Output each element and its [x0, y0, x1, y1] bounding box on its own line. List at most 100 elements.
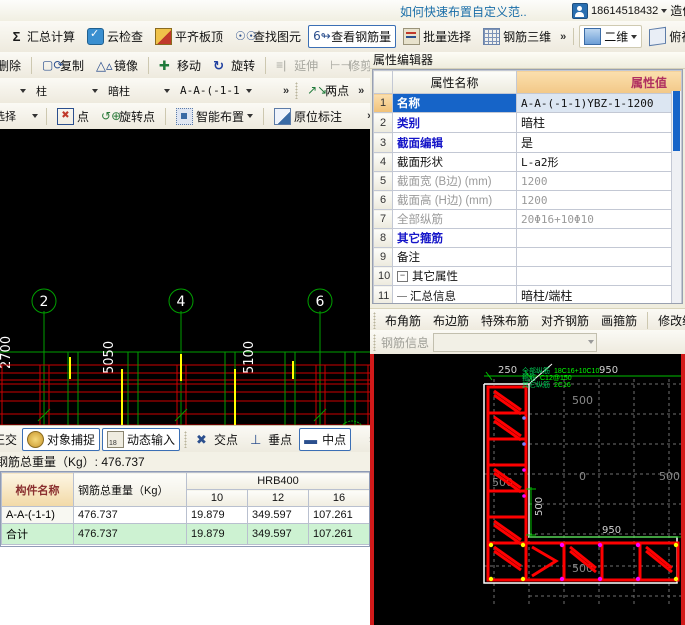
btn-rebar-3d[interactable]: 钢筋三维 — [478, 25, 556, 48]
property-name-group[interactable]: − 其它属性 — [392, 266, 517, 286]
property-value[interactable]: L-a2形 — [516, 152, 682, 172]
anno-value-1: C12@150 — [540, 375, 572, 382]
btn-view-2d[interactable]: 二维 — [579, 25, 643, 48]
property-value[interactable] — [516, 228, 682, 248]
tab-draw-stirrup[interactable]: 画箍筋 — [595, 309, 643, 331]
property-row-name[interactable]: 1 名称 A-A-(-1-1)YBZ-1-1200 — [373, 93, 682, 113]
collapse-toggle-icon[interactable]: − — [397, 271, 408, 283]
rebar-info-combo[interactable] — [433, 332, 598, 352]
property-row-section-edit[interactable]: 3 截面编辑 是 — [373, 132, 682, 153]
tab-modify-longitudinal[interactable]: 修改纵 — [652, 309, 685, 331]
chevron-down-icon[interactable] — [247, 114, 254, 118]
btn-in-place-annotation[interactable]: 原位标注 — [269, 105, 347, 128]
btn-snap-midpoint[interactable]: ▬ 中点 — [299, 428, 352, 451]
element-type-combo[interactable]: 柱 — [32, 82, 100, 100]
tab-edge-rebar[interactable]: 布边筋 — [427, 309, 475, 331]
chevron-down-icon[interactable] — [246, 88, 252, 93]
property-row-all-longitudinal-rebar[interactable]: 7 全部纵筋 20Φ16+10Φ10 — [373, 209, 682, 229]
btn-move-label: 移动 — [177, 58, 202, 73]
property-value[interactable] — [516, 266, 682, 286]
property-row-other-properties[interactable]: 10 − 其它属性 — [373, 266, 682, 286]
toolbar-row3-overflow2[interactable]: » — [355, 85, 367, 97]
property-value[interactable]: 1200 — [516, 171, 682, 191]
btn-snap-perpendicular[interactable]: ⊥ 垂点 — [245, 428, 297, 451]
cad-drawing-canvas[interactable]: 2 4 6 2700 5050 5100 — [0, 129, 370, 425]
btn-cloud-check[interactable]: 云检查 — [82, 25, 148, 48]
property-row-category[interactable]: 2 类别 暗柱 — [373, 112, 682, 133]
promo-link[interactable]: 如何快速布置自定义范.. — [400, 3, 527, 20]
btn-object-snap[interactable]: 对象捕捉 — [22, 428, 101, 451]
chevron-down-icon[interactable] — [32, 114, 38, 118]
property-row-section-shape[interactable]: 4 截面形状 L-a2形 — [373, 152, 682, 172]
member-name-combo[interactable]: A-A-(-1-1 — [176, 82, 254, 100]
view-rebar-icon: 6↬ — [313, 29, 331, 43]
btn-two-point[interactable]: ↗↘ 两点 — [302, 79, 354, 102]
category-combo[interactable] — [0, 82, 28, 100]
property-row-other-stirrup[interactable]: 8 其它箍筋 — [373, 228, 682, 248]
rebar-quantity-table[interactable]: 构件名称 钢筋总重量（Kg） HRB400 10 12 16 A-A-(-1-1… — [0, 471, 370, 547]
scrollbar-thumb[interactable] — [673, 91, 680, 151]
rebar-info-grip[interactable] — [373, 333, 376, 351]
tab-corner-rebar[interactable]: 布角筋 — [379, 309, 427, 331]
anno-label-0: 全部纵筋 — [522, 368, 550, 375]
top-bar: 如何快速布置自定义范.. 18614518432 造价 — [0, 0, 685, 22]
property-row-section-width[interactable]: 5 截面宽 (B边) (mm) 1200 — [373, 171, 682, 191]
property-row-remark[interactable]: 9 备注 — [373, 247, 682, 267]
section-editor-canvas[interactable]: 500 0 500 500 500 250 950 950 500 — [370, 354, 685, 625]
property-value[interactable]: 1200 — [516, 190, 682, 210]
user-area[interactable]: 18614518432 造价 — [572, 2, 685, 19]
property-value[interactable]: A-A-(-1-1)YBZ-1-1200 — [516, 93, 682, 113]
btn-snap-intersection[interactable]: ✖ 交点 — [191, 428, 243, 451]
tabbar-grip[interactable] — [373, 311, 376, 329]
btn-place-point[interactable]: ✖ 点 — [52, 105, 94, 128]
snapbar-grip[interactable] — [184, 431, 188, 448]
btn-delete[interactable]: 删除 — [0, 54, 26, 77]
btn-dynamic-input[interactable]: 动态输入 — [102, 428, 181, 451]
row-index: 6 — [373, 190, 393, 210]
btn-summary-calc[interactable]: Σ 汇总计算 — [4, 25, 80, 48]
chevron-down-icon[interactable] — [661, 8, 668, 13]
property-row-summary-info[interactable]: 11 汇总信息 暗柱/端柱 — [373, 285, 682, 303]
perpendicular-icon: ⊥ — [250, 432, 262, 447]
chevron-down-icon[interactable] — [631, 34, 638, 39]
btn-rotate[interactable]: ↻ 旋转 — [208, 54, 260, 77]
btn-move[interactable]: ✚ 移动 — [154, 54, 206, 77]
select-mode-combo[interactable]: 选择 — [0, 107, 40, 125]
status-total-weight: 钢筋总重量（Kg）: 476.737 — [0, 455, 145, 469]
btn-smart-layout[interactable]: 智能布置 — [171, 105, 258, 128]
property-table-container[interactable]: 属性名称 属性值 1 名称 A-A-(-1-1)YBZ-1-1200 2 类别 … — [372, 69, 683, 304]
property-value[interactable]: 暗柱/端柱 — [516, 285, 682, 303]
tab-special-rebar[interactable]: 特殊布筋 — [475, 309, 535, 331]
btn-view-rebar-quantity[interactable]: 6↬ 查看钢筋量 — [308, 25, 397, 48]
table-row-total[interactable]: 合计 476.737 19.879 349.597 107.261 — [1, 523, 369, 545]
property-value[interactable]: 是 — [516, 132, 682, 153]
property-value[interactable] — [516, 247, 682, 267]
btn-rotate-point[interactable]: ↺⊕ 旋转点 — [96, 105, 160, 128]
property-value[interactable]: 20Φ16+10Φ10 — [516, 209, 682, 229]
chevron-down-icon[interactable] — [164, 88, 170, 93]
svg-text:500: 500 — [572, 394, 593, 407]
sigma-icon: Σ — [12, 29, 21, 44]
toolbar-row3-overflow[interactable]: » — [280, 85, 292, 97]
btn-mirror[interactable]: △▵ 镜像 — [91, 54, 143, 77]
property-value[interactable]: 暗柱 — [516, 112, 682, 133]
btn-copy[interactable]: ▢⟳ 复制 — [37, 54, 89, 77]
ortho-label[interactable]: 正交 — [0, 431, 17, 448]
toolbar-grip[interactable] — [295, 82, 299, 99]
property-table-scrollbar[interactable] — [671, 91, 681, 303]
toolbar-row1-overflow[interactable]: » — [557, 31, 569, 43]
member-name-combo-value: A-A-(-1-1 — [180, 84, 240, 97]
btn-view-top[interactable]: 俯视 — [644, 25, 685, 48]
btn-find-element[interactable]: ☉☉ 查找图元 — [230, 25, 306, 48]
element-subtype-combo[interactable]: 暗柱 — [104, 82, 172, 100]
btn-summary-calc-label: 汇总计算 — [27, 30, 76, 44]
btn-align-slab-top[interactable]: 平齐板顶 — [150, 25, 228, 48]
user-avatar-icon — [572, 2, 588, 19]
chevron-down-icon[interactable] — [588, 340, 595, 344]
table-row[interactable]: A-A-(-1-1) 476.737 19.879 349.597 107.26… — [1, 506, 369, 524]
property-row-section-height[interactable]: 6 截面高 (H边) (mm) 1200 — [373, 190, 682, 210]
chevron-down-icon[interactable] — [20, 88, 26, 93]
chevron-down-icon[interactable] — [92, 88, 98, 93]
tab-align-rebar[interactable]: 对齐钢筋 — [535, 309, 595, 331]
btn-batch-select[interactable]: 批量选择 — [398, 25, 476, 48]
